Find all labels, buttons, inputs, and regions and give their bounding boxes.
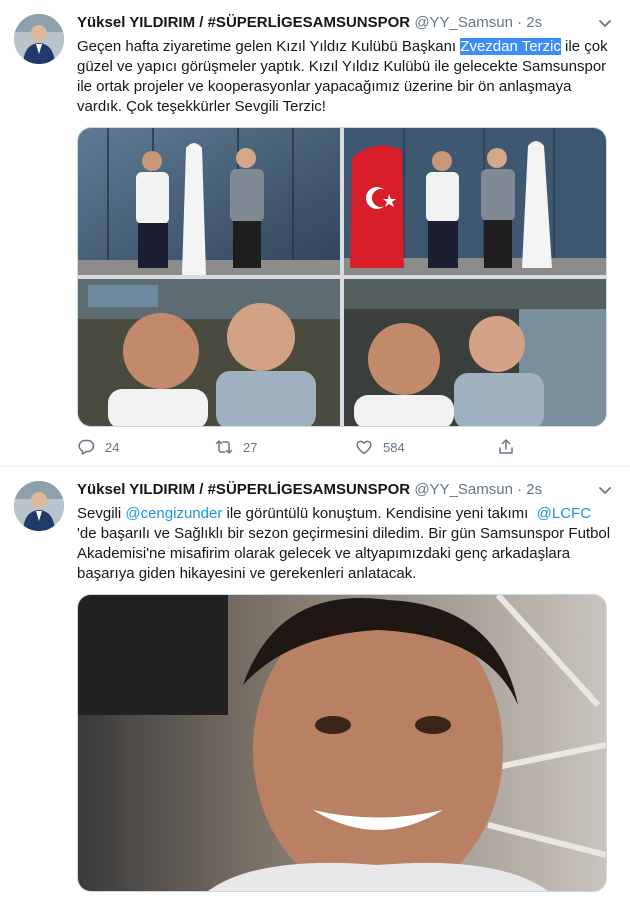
- avatar-image: [14, 481, 64, 531]
- tweet-text-part: ile görüntülü konuştum. Kendisine yeni t…: [222, 505, 537, 522]
- photo-2[interactable]: [344, 128, 606, 275]
- tweet-header: Yüksel YILDIRIM / #SÜPERLİGESAMSUNSPOR @…: [77, 479, 590, 501]
- photo[interactable]: [77, 594, 607, 892]
- chevron-down-icon[interactable]: [596, 14, 614, 32]
- selected-text: Zvezdan Terzic: [460, 38, 561, 55]
- avatar[interactable]: [14, 481, 64, 531]
- retweet-icon: [215, 440, 233, 454]
- timestamp[interactable]: 2s: [526, 14, 542, 31]
- reply-icon: [78, 439, 95, 455]
- photo-grid[interactable]: [77, 127, 607, 427]
- mention-link[interactable]: @LCFC: [537, 505, 591, 522]
- retweet-count: 27: [243, 439, 258, 455]
- like-count: 584: [383, 439, 405, 455]
- reply-count: 24: [105, 439, 120, 455]
- photo-3[interactable]: [78, 279, 340, 426]
- tweet-text-part: Geçen hafta ziyaretime gelen Kızıl Yıldı…: [77, 38, 461, 55]
- tweet-text: Sevgili @cengizunder ile görüntülü konuş…: [77, 504, 611, 584]
- mention-link[interactable]: @cengizunder: [125, 505, 222, 522]
- photo-4[interactable]: [344, 279, 606, 426]
- tweet-actions: 24 27 584: [77, 436, 537, 458]
- photo-1[interactable]: [78, 128, 340, 275]
- like-button[interactable]: 584: [355, 436, 405, 458]
- like-icon: [356, 440, 372, 455]
- tweet[interactable]: Yüksel YILDIRIM / #SÜPERLİGESAMSUNSPOR @…: [0, 467, 630, 898]
- display-name[interactable]: Yüksel YILDIRIM / #SÜPERLİGESAMSUNSPOR: [77, 14, 410, 31]
- display-name[interactable]: Yüksel YILDIRIM / #SÜPERLİGESAMSUNSPOR: [77, 481, 410, 498]
- tweet-text-part: Sevgili: [77, 505, 126, 522]
- user-handle[interactable]: @YY_Samsun: [414, 481, 513, 498]
- reply-button[interactable]: 24: [77, 436, 119, 458]
- share-button[interactable]: [497, 436, 525, 458]
- avatar[interactable]: [14, 14, 64, 64]
- chevron-down-icon[interactable]: [596, 481, 614, 499]
- separator-dot: ·: [517, 14, 523, 31]
- tweet-header: Yüksel YILDIRIM / #SÜPERLİGESAMSUNSPOR @…: [77, 12, 590, 34]
- share-icon: [499, 439, 513, 454]
- timestamp[interactable]: 2s: [526, 481, 542, 498]
- separator-dot: ·: [517, 481, 523, 498]
- retweet-button[interactable]: 27: [215, 436, 257, 458]
- tweet[interactable]: Yüksel YILDIRIM / #SÜPERLİGESAMSUNSPOR @…: [0, 0, 630, 467]
- avatar-image: [14, 14, 64, 64]
- user-handle[interactable]: @YY_Samsun: [414, 14, 513, 31]
- tweet-text: Geçen hafta ziyaretime gelen Kızıl Yıldı…: [77, 37, 611, 117]
